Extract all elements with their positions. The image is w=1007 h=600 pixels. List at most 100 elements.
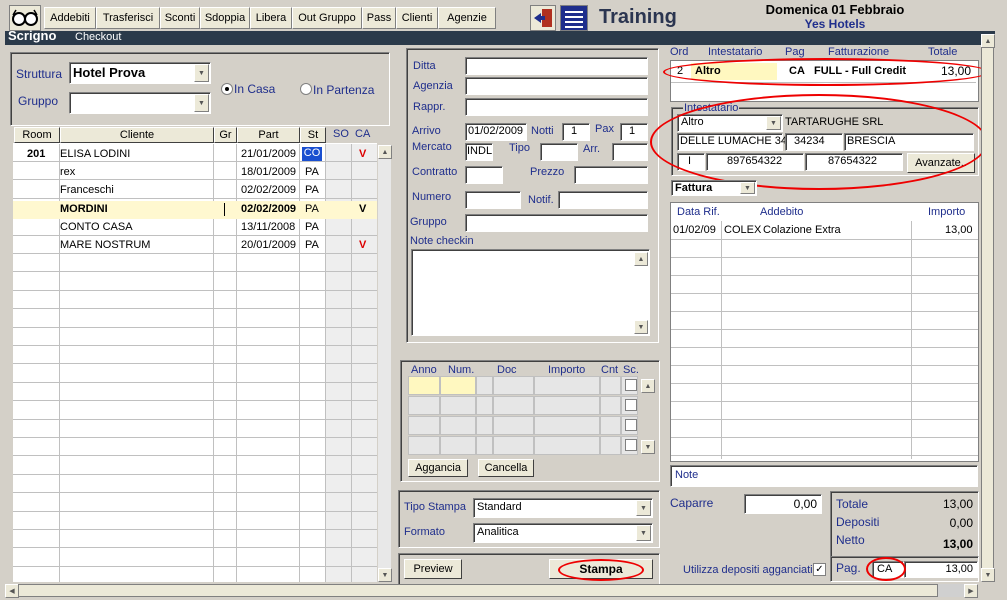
col-gr[interactable]: Gr: [214, 127, 237, 143]
deposit-checkbox[interactable]: [625, 399, 637, 411]
deposit-cell[interactable]: [408, 436, 440, 455]
list-icon[interactable]: [560, 5, 588, 31]
prezzo-field[interactable]: [574, 166, 648, 184]
deposit-cell[interactable]: [440, 436, 476, 455]
addebiti-button[interactable]: Addebiti: [44, 7, 96, 29]
avanzate-button[interactable]: Avanzate..: [907, 153, 975, 173]
deposit-cell[interactable]: [600, 396, 621, 415]
caparre-field[interactable]: 0,00: [744, 494, 822, 514]
scroll-up-icon[interactable]: ▲: [378, 145, 392, 159]
agenzia-field[interactable]: [465, 77, 648, 95]
scroll-up-icon[interactable]: ▲: [981, 34, 995, 48]
account-row[interactable]: 2 Altro CA FULL - Full Credit 13,00: [671, 63, 976, 80]
deposit-cell[interactable]: [476, 396, 493, 415]
scroll-down-icon[interactable]: ▼: [641, 440, 655, 454]
hscroll-thumb[interactable]: [18, 584, 938, 597]
notif-field[interactable]: [558, 191, 648, 209]
deposit-cell[interactable]: [476, 436, 493, 455]
pass-button[interactable]: Pass: [362, 7, 396, 29]
gruppo-detail-field[interactable]: [465, 214, 648, 232]
struttura-select[interactable]: Hotel Prova ▼: [69, 62, 211, 84]
deposit-cell[interactable]: [476, 416, 493, 435]
aggancia-button[interactable]: Aggancia: [408, 459, 468, 477]
col-part[interactable]: Part: [237, 127, 300, 143]
exit-door-icon[interactable]: [530, 5, 556, 31]
col-st[interactable]: St: [300, 127, 326, 143]
out-gruppo-button[interactable]: Out Gruppo: [292, 7, 362, 29]
deposit-cell[interactable]: [440, 416, 476, 435]
notti-field[interactable]: 1: [562, 123, 590, 141]
indirizzo-field[interactable]: DELLE LUMACHE 34: [677, 133, 787, 151]
pax-field[interactable]: 1: [620, 123, 648, 141]
tipo-field[interactable]: [540, 143, 578, 161]
tipo-stampa-select[interactable]: Standard ▼: [473, 498, 653, 518]
trasferisci-button[interactable]: Trasferisci: [96, 7, 160, 29]
deposit-cell[interactable]: [493, 436, 534, 455]
citta-field[interactable]: BRESCIA: [844, 133, 974, 151]
scroll-thumb[interactable]: [981, 47, 994, 569]
note-field[interactable]: Note: [670, 465, 978, 487]
deposit-cell[interactable]: [440, 396, 476, 415]
formato-select[interactable]: Analitica ▼: [473, 523, 653, 543]
contratto-field[interactable]: [465, 166, 503, 184]
preview-button[interactable]: Preview: [404, 559, 462, 579]
deposit-cell[interactable]: [493, 416, 534, 435]
cap-field[interactable]: 34234: [785, 133, 843, 151]
ditta-field[interactable]: [465, 57, 648, 75]
chevron-down-icon[interactable]: ▼: [194, 94, 209, 112]
col-room[interactable]: Room: [14, 127, 60, 143]
deposit-cell[interactable]: [534, 396, 600, 415]
deposit-cell[interactable]: [534, 416, 600, 435]
arrivo-field[interactable]: 01/02/2009: [465, 123, 527, 141]
sdoppia-button[interactable]: Sdoppia: [200, 7, 250, 29]
deposit-checkbox[interactable]: [625, 419, 637, 431]
pag-method-field[interactable]: CA: [872, 561, 904, 578]
deposit-cell[interactable]: [600, 376, 621, 395]
deposit-cell[interactable]: [493, 376, 534, 395]
utilizza-depositi-checkbox[interactable]: ✓: [813, 563, 826, 576]
stampa-button[interactable]: Stampa: [549, 559, 653, 579]
deposit-checkbox[interactable]: [625, 379, 637, 391]
piva-field[interactable]: 897654322: [706, 153, 804, 171]
scroll-up-icon[interactable]: ▲: [641, 379, 655, 393]
deposit-cell[interactable]: [408, 396, 440, 415]
deposit-cell[interactable]: [476, 376, 493, 395]
libera-button[interactable]: Libera: [250, 7, 292, 29]
nazione-field[interactable]: I: [677, 153, 705, 171]
scroll-down-icon[interactable]: ▼: [634, 320, 648, 334]
sconti-button[interactable]: Sconti: [160, 7, 200, 29]
deposit-cell[interactable]: [600, 416, 621, 435]
deposit-cell[interactable]: [408, 376, 440, 395]
scroll-left-icon[interactable]: ◀: [5, 584, 19, 598]
chevron-down-icon[interactable]: ▼: [194, 64, 209, 82]
radio-inpartenza[interactable]: [300, 83, 312, 95]
deposit-cell[interactable]: [493, 396, 534, 415]
deposit-cell[interactable]: [408, 416, 440, 435]
deposit-cell[interactable]: [534, 376, 600, 395]
clienti-button[interactable]: Clienti: [396, 7, 438, 29]
cancella-button[interactable]: Cancella: [478, 459, 534, 477]
deposit-cell[interactable]: [534, 436, 600, 455]
mercato-field[interactable]: INDL: [465, 143, 493, 161]
pag-amount-field[interactable]: 13,00: [904, 561, 978, 578]
chevron-down-icon[interactable]: ▼: [636, 500, 651, 516]
agenzie-button[interactable]: Agenzie: [438, 7, 496, 29]
arr-field[interactable]: [612, 143, 648, 161]
deposit-cell[interactable]: [440, 376, 476, 395]
chevron-down-icon[interactable]: ▼: [636, 525, 651, 541]
numero-field[interactable]: [465, 191, 521, 209]
guest-scrollbar[interactable]: [378, 145, 391, 582]
deposit-checkbox[interactable]: [625, 439, 637, 451]
radio-incasa[interactable]: [221, 83, 233, 95]
rappr-field[interactable]: [465, 98, 648, 116]
scroll-down-icon[interactable]: ▼: [981, 568, 995, 582]
col-cliente[interactable]: Cliente: [60, 127, 214, 143]
deposit-cell[interactable]: [600, 436, 621, 455]
chevron-down-icon[interactable]: ▼: [766, 116, 781, 130]
note-checkin-textarea[interactable]: [411, 249, 650, 336]
gruppo-select[interactable]: ▼: [69, 92, 211, 114]
scroll-up-icon[interactable]: ▲: [634, 252, 648, 266]
scroll-right-icon[interactable]: ▶: [964, 584, 978, 598]
scroll-down-icon[interactable]: ▼: [378, 568, 392, 582]
cf-field[interactable]: 87654322: [805, 153, 903, 171]
